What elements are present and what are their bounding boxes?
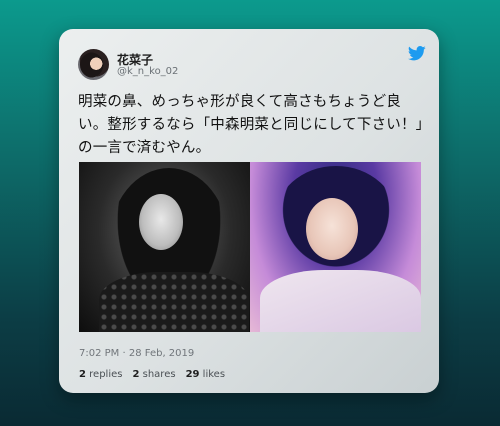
likes-count: 29 <box>185 369 200 380</box>
shares-stat[interactable]: 2 shares <box>132 369 175 380</box>
tweet-timestamp[interactable]: 7:02 PM · 28 Feb, 2019 <box>79 348 194 359</box>
tweet-media[interactable] <box>79 162 421 332</box>
shares-label: shares <box>142 369 176 380</box>
replies-label: replies <box>89 369 123 380</box>
replies-count: 2 <box>79 369 86 380</box>
shares-count: 2 <box>132 369 140 380</box>
likes-label: likes <box>202 369 226 380</box>
avatar[interactable] <box>78 49 109 80</box>
likes-stat[interactable]: 29 likes <box>186 369 225 380</box>
photo-bw-portrait[interactable] <box>79 162 250 332</box>
tweet-text: 明菜の鼻、めっちゃ形が良くて高さもちょうど良い。整形するなら「中森明菜と同じにし… <box>78 94 424 156</box>
photo-color-portrait[interactable] <box>250 162 421 332</box>
replies-stat[interactable]: 2 replies <box>79 369 122 380</box>
user-handle[interactable]: @k_n_ko_02 <box>117 66 178 77</box>
tweet-card: 花菜子 @k_n_ko_02 明菜の鼻、めっちゃ形が良くて高さもちょうど良い。整… <box>59 29 439 393</box>
tweet-stats: 2 replies 2 shares 29 likes <box>79 369 225 380</box>
twitter-bird-icon[interactable] <box>408 46 426 61</box>
